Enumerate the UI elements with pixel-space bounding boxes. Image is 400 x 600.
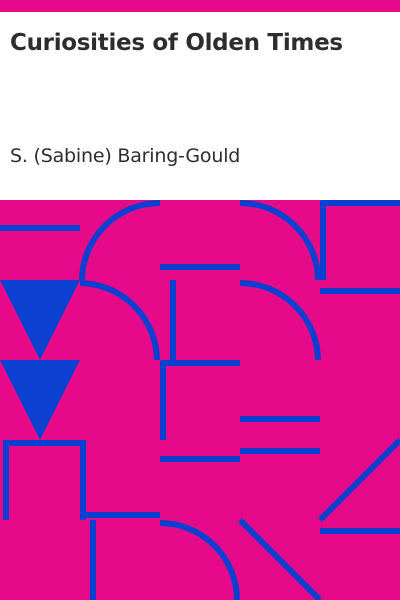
book-author: S. (Sabine) Baring-Gould [10,145,241,167]
book-title: Curiosities of Olden Times [10,30,343,56]
cover-title-panel: Curiosities of Olden Times S. (Sabine) B… [0,12,400,200]
cover-pattern-art [0,200,400,600]
top-color-strip [0,0,400,12]
